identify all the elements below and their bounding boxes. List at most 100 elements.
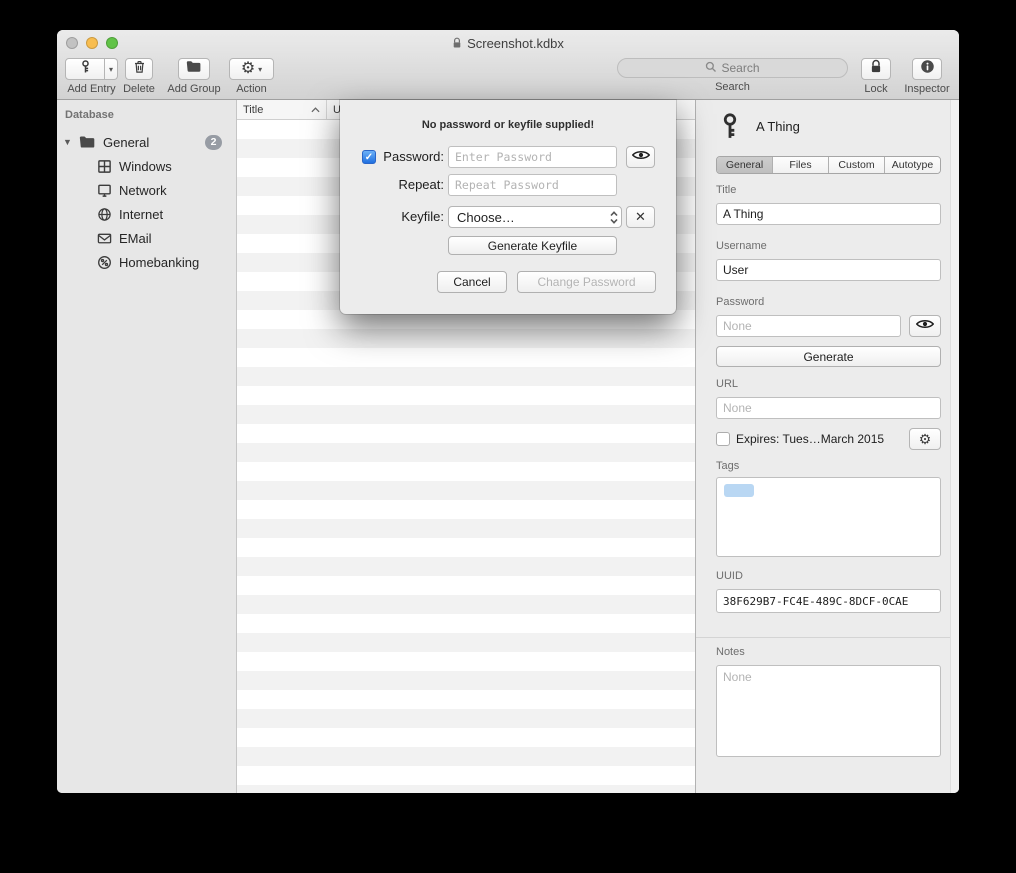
percent-coin-icon	[97, 255, 112, 270]
screen: Screenshot.kdbx ▾ Add Entry	[0, 0, 1016, 873]
repeat-row: Repeat:	[340, 174, 676, 196]
entry-count-badge: 2	[205, 135, 222, 150]
cancel-button[interactable]: Cancel	[437, 271, 507, 293]
tab-files[interactable]: Files	[773, 157, 829, 173]
titlebar: Screenshot.kdbx	[57, 30, 959, 56]
url-field[interactable]	[716, 397, 941, 419]
lock-button[interactable]	[861, 58, 891, 80]
chevron-down-icon: ▾	[258, 65, 262, 74]
inspector-item: Inspector	[904, 58, 950, 95]
notes-field[interactable]	[716, 665, 941, 757]
window-title-area: Screenshot.kdbx	[57, 30, 959, 56]
reveal-password-button[interactable]	[909, 315, 941, 337]
sidebar-item-label: Internet	[119, 207, 163, 222]
lock-icon	[870, 59, 882, 79]
expires-label: Expires: Tues…March 2015	[736, 432, 884, 446]
trash-icon	[132, 59, 147, 79]
keyfile-row: Keyfile: Choose… ✕	[340, 206, 676, 228]
inspector-button[interactable]	[912, 58, 942, 80]
search-item: Search Search	[617, 58, 848, 93]
sidebar-item-label: Homebanking	[119, 255, 199, 270]
repeat-input[interactable]	[448, 174, 617, 196]
app-window: Screenshot.kdbx ▾ Add Entry	[57, 30, 959, 793]
action-button[interactable]: ⚙ ▾	[229, 58, 274, 80]
uuid-label: UUID	[716, 570, 743, 582]
notes-label: Notes	[716, 646, 745, 658]
sidebar-item-general[interactable]: ▼ General 2	[57, 130, 236, 154]
internet-globe-icon	[97, 207, 112, 222]
sidebar-item-network[interactable]: Network	[57, 178, 236, 202]
sidebar-item-internet[interactable]: Internet	[57, 202, 236, 226]
action-item: ⚙ ▾ Action	[229, 58, 274, 95]
disclosure-triangle-icon[interactable]: ▼	[63, 137, 73, 147]
inspector-label: Inspector	[904, 83, 950, 95]
sidebar-item-windows[interactable]: Windows	[57, 154, 236, 178]
keyfile-value: Choose…	[457, 210, 515, 225]
add-entry-item: ▾ Add Entry	[65, 58, 118, 95]
inspector-panel: A Thing General Files Custom Autotype Ti…	[695, 100, 959, 793]
tags-field[interactable]	[716, 477, 941, 557]
reveal-password-button[interactable]	[626, 146, 655, 168]
username-field[interactable]	[716, 259, 941, 281]
delete-label: Delete	[121, 83, 157, 95]
keyfile-popup-button[interactable]: Choose…	[448, 206, 622, 228]
action-label: Action	[229, 83, 274, 95]
sidebar-item-homebanking[interactable]: Homebanking	[57, 250, 236, 274]
sidebar-item-email[interactable]: EMail	[57, 226, 236, 250]
password-row: ✓ Password:	[340, 146, 676, 168]
tab-general[interactable]: General	[717, 157, 773, 173]
inspector-divider	[696, 637, 959, 638]
inspector-scrollbar[interactable]	[950, 100, 959, 793]
add-entry-label: Add Entry	[65, 83, 118, 95]
folder-icon	[79, 135, 96, 149]
add-group-item: Add Group	[161, 58, 227, 95]
sort-ascending-icon	[311, 104, 320, 116]
entry-title-heading: A Thing	[756, 119, 800, 134]
column-label: Title	[243, 104, 263, 116]
lock-label: Lock	[856, 83, 896, 95]
info-icon	[920, 59, 935, 79]
delete-button[interactable]	[125, 58, 153, 80]
expires-checkbox[interactable]	[716, 432, 730, 446]
key-plus-icon	[78, 59, 93, 79]
key-icon	[719, 112, 741, 145]
add-group-label: Add Group	[161, 83, 227, 95]
group-tree: ▼ General 2 Windows	[57, 130, 236, 274]
change-password-sheet: No password or keyfile supplied! ✓ Passw…	[340, 100, 676, 314]
password-label: Password:	[370, 146, 444, 168]
clear-keyfile-button[interactable]: ✕	[626, 206, 655, 228]
url-label: URL	[716, 378, 738, 390]
password-field[interactable]	[716, 315, 901, 337]
add-entry-button[interactable]	[65, 58, 105, 80]
sidebar-section-header: Database	[65, 109, 114, 121]
sidebar-item-label: Windows	[119, 159, 172, 174]
popup-stepper-icon	[610, 210, 618, 228]
search-input[interactable]: Search	[617, 58, 848, 78]
tab-custom[interactable]: Custom	[829, 157, 885, 173]
delete-item: Delete	[121, 58, 157, 95]
tag-chip[interactable]	[724, 484, 754, 497]
tab-autotype[interactable]: Autotype	[885, 157, 940, 173]
search-caption: Search	[617, 81, 848, 93]
expires-settings-button[interactable]: ⚙	[909, 428, 941, 450]
eye-icon	[916, 317, 934, 335]
eye-icon	[632, 148, 650, 166]
column-header-title[interactable]: Title	[237, 100, 327, 119]
title-field[interactable]	[716, 203, 941, 225]
password-input[interactable]	[448, 146, 617, 168]
sidebar: Database ▼ General 2 Windows	[57, 100, 237, 793]
window-chrome: Screenshot.kdbx ▾ Add Entry	[57, 30, 959, 100]
search-placeholder: Search	[721, 61, 759, 75]
dialog-message: No password or keyfile supplied!	[340, 119, 676, 131]
generate-keyfile-button[interactable]: Generate Keyfile	[448, 236, 617, 255]
gear-icon: ⚙	[241, 61, 255, 77]
lock-item: Lock	[856, 58, 896, 95]
generate-password-button[interactable]: Generate	[716, 346, 941, 367]
inspector-tabs: General Files Custom Autotype	[716, 156, 941, 174]
search-icon	[705, 61, 717, 76]
add-entry-dropdown-button[interactable]: ▾	[105, 58, 118, 80]
change-password-button[interactable]: Change Password	[517, 271, 656, 293]
add-group-button[interactable]	[178, 58, 210, 80]
gear-icon: ⚙	[919, 432, 932, 446]
uuid-field[interactable]	[716, 589, 941, 613]
